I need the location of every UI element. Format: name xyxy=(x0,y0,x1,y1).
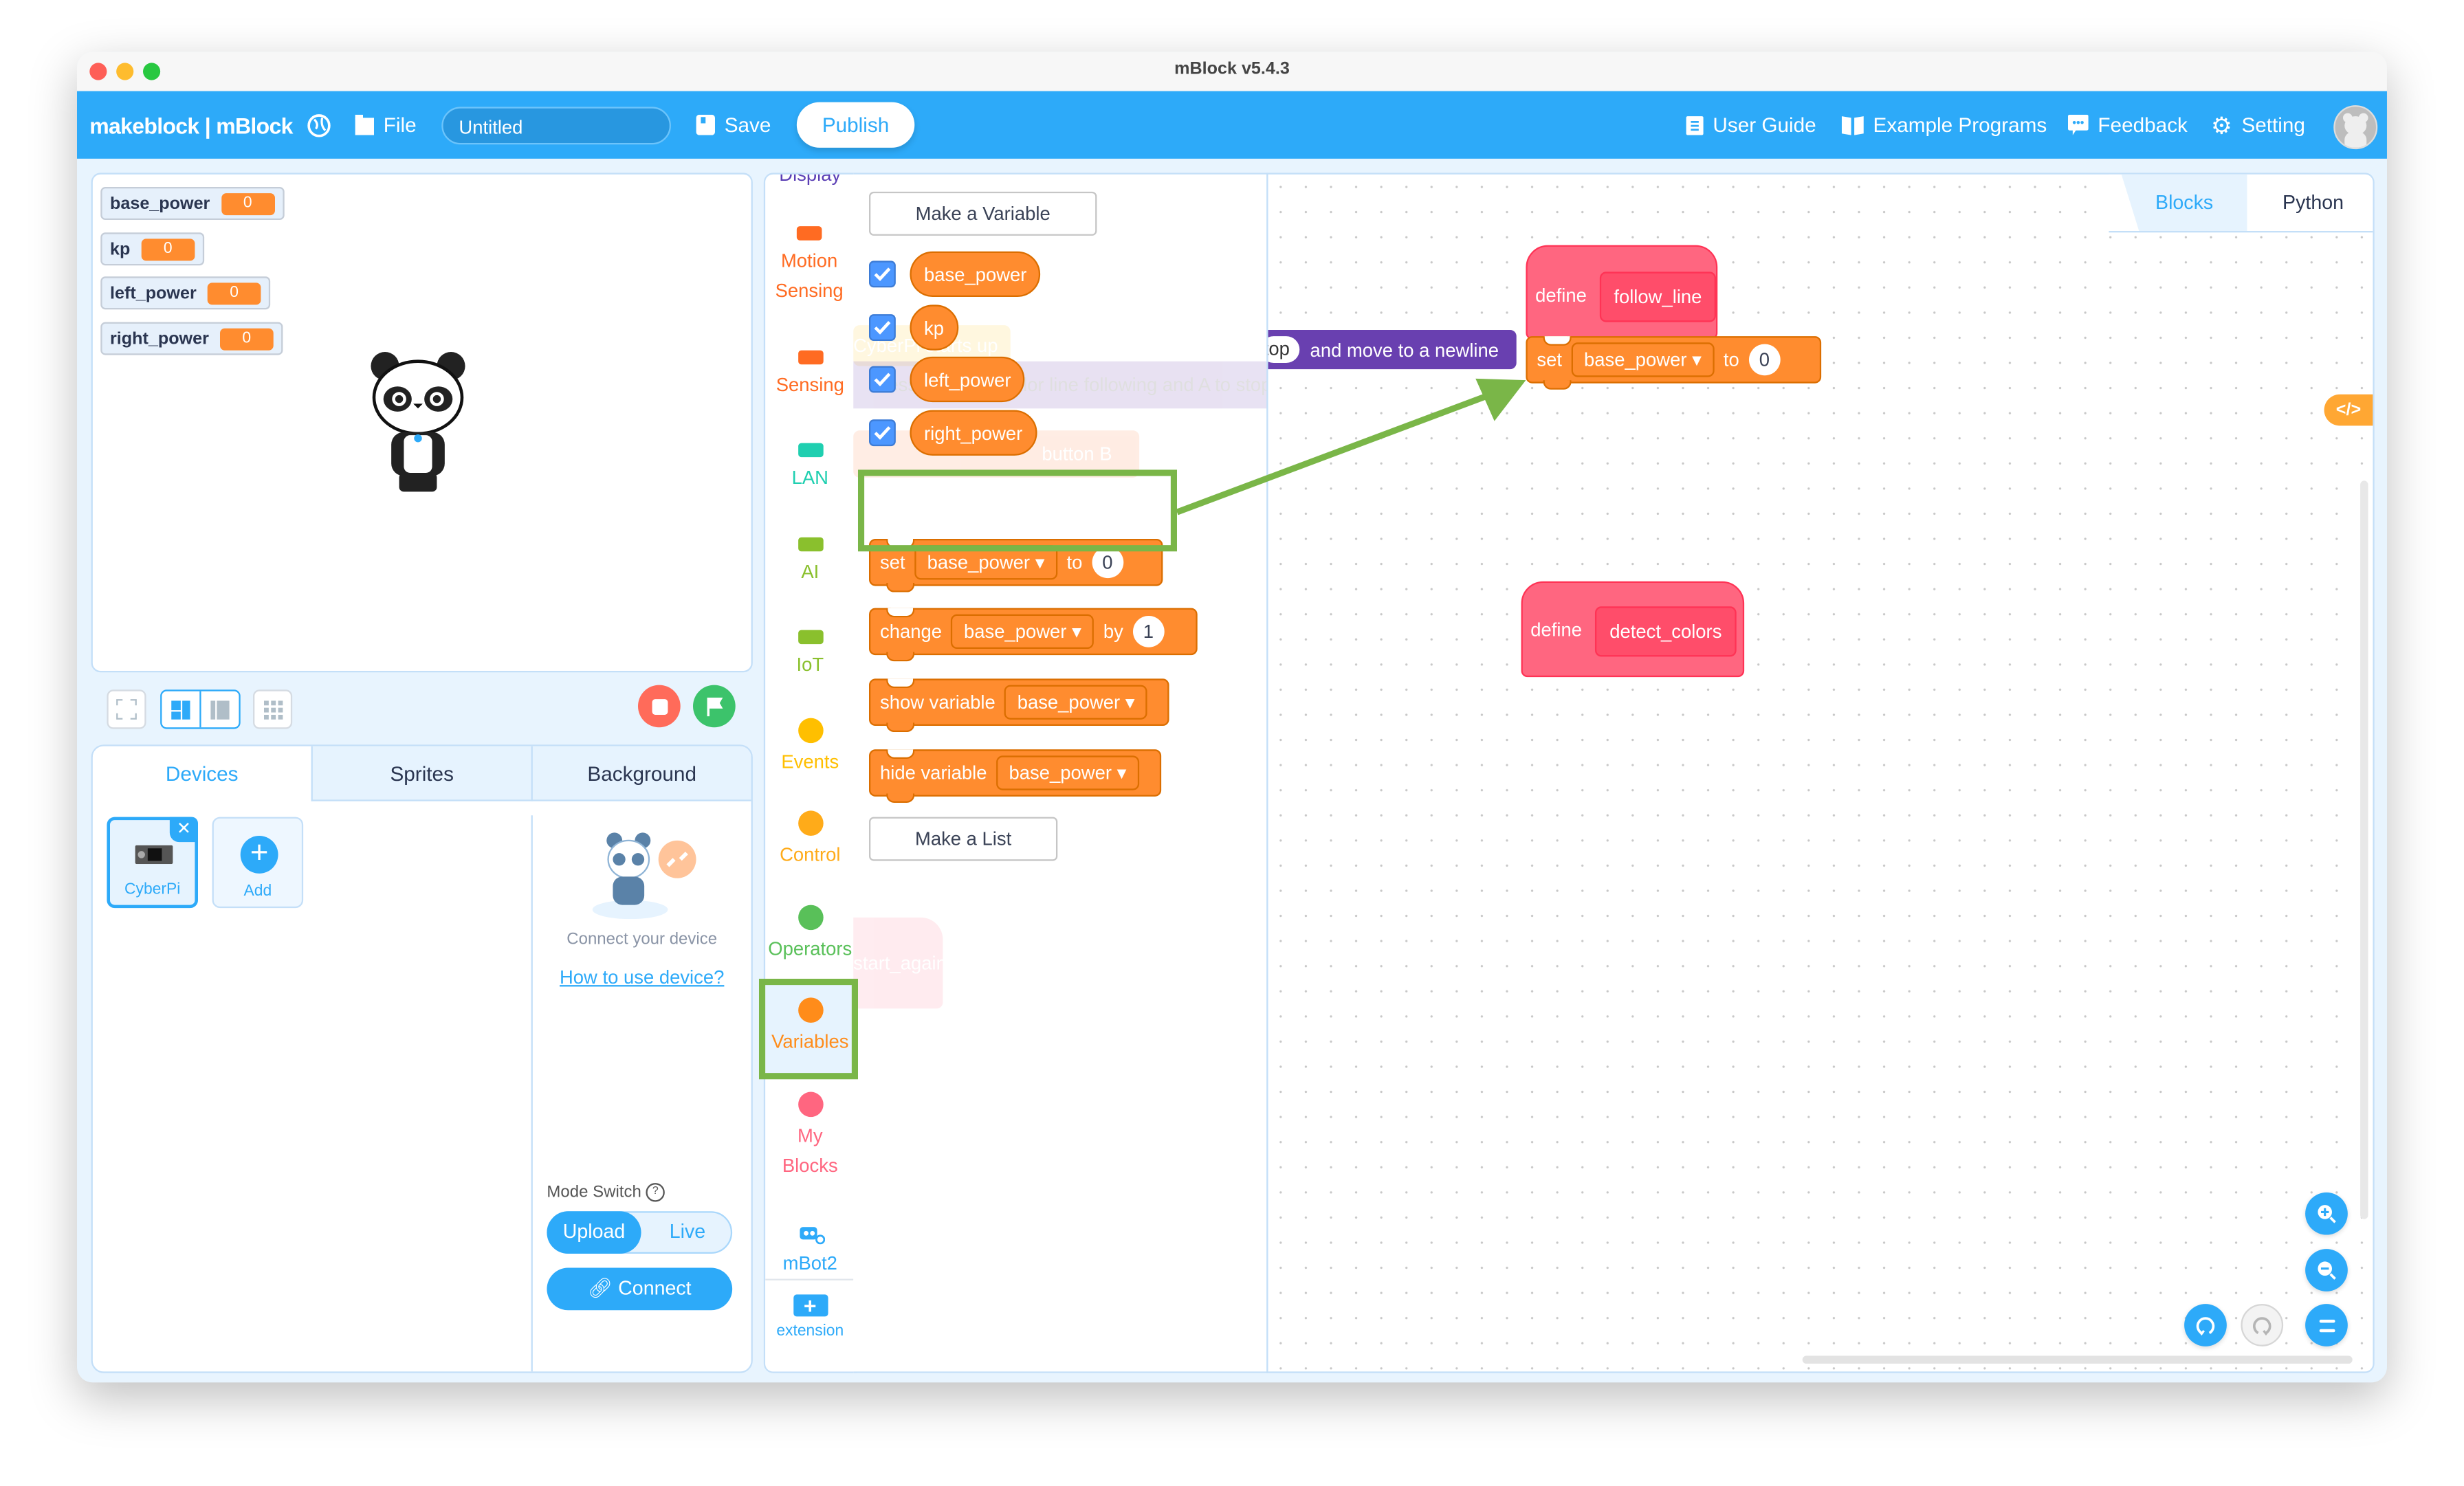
annotation-arrow xyxy=(1176,378,1526,515)
app-window: mBlock v5.4.3 makeblock | mBlock File Un… xyxy=(76,52,2387,1383)
